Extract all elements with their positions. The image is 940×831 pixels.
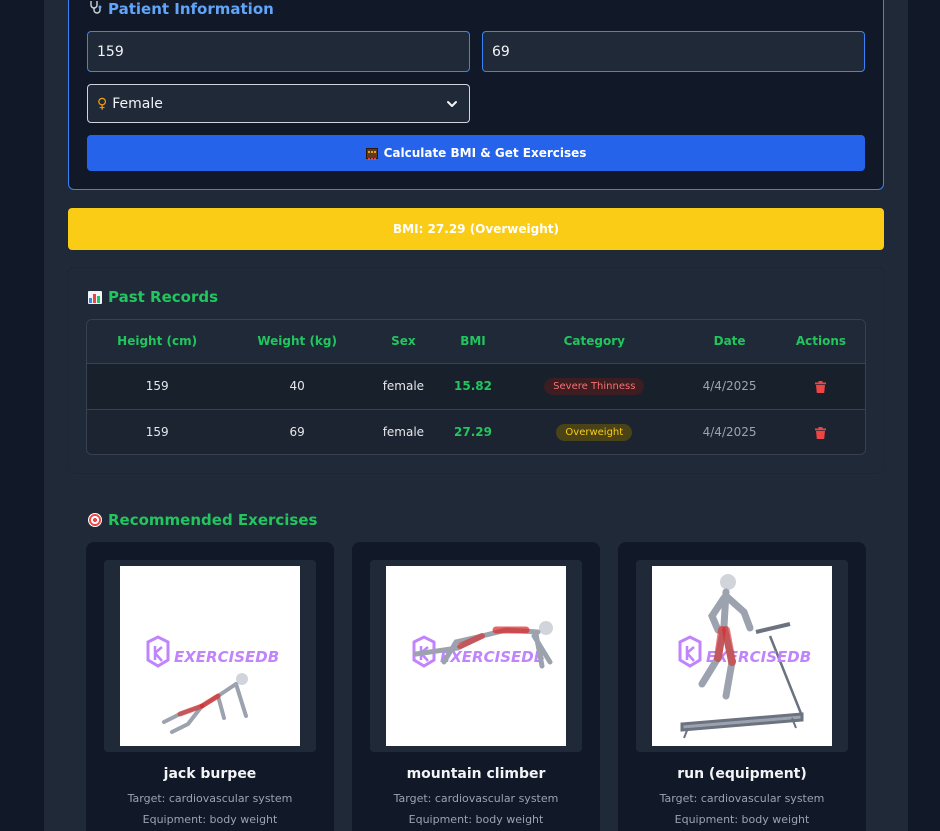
weight-input-value: 69	[492, 43, 510, 60]
past-records-title: Past Records	[108, 288, 219, 306]
exercise-name: mountain climber	[406, 766, 546, 782]
sex-select[interactable]: ♀ Female	[87, 84, 470, 123]
col-height: Height (cm)	[117, 334, 198, 349]
table-row: 159 69 female 27.29 Overweight 4/4/2025	[87, 409, 865, 454]
trash-icon[interactable]	[815, 426, 827, 439]
patient-info-heading: Patient Information	[88, 0, 274, 18]
sex-select-value: Female	[112, 95, 163, 112]
col-date: Date	[713, 334, 746, 349]
cell-height: 159	[145, 379, 169, 393]
exercise-equipment: Equipment: body weight	[142, 813, 278, 826]
female-sign-icon: ♀	[97, 95, 108, 112]
exercise-image-frame: EXERCISEDB	[370, 560, 582, 752]
calculate-bmi-button[interactable]: Calculate BMI & Get Exercises	[87, 135, 865, 171]
cell-bmi: 27.29	[454, 425, 492, 440]
height-input-value: 159	[97, 43, 124, 60]
exercise-image-frame: EXERCISEDB	[104, 560, 316, 752]
target-icon	[88, 513, 102, 527]
exercise-target: Target: cardiovascular system	[127, 792, 293, 805]
col-weight: Weight (kg)	[257, 334, 337, 349]
exercises-title: Recommended Exercises	[108, 511, 318, 529]
bmi-result-text: BMI: 27.29 (Overweight)	[393, 222, 559, 236]
chevron-down-icon	[447, 100, 457, 107]
exercise-target: Target: cardiovascular system	[393, 792, 559, 805]
patient-info-title: Patient Information	[108, 0, 274, 18]
col-actions: Actions	[795, 334, 847, 349]
bmi-result-banner: BMI: 27.29 (Overweight)	[68, 208, 884, 250]
exercise-equipment: Equipment: body weight	[408, 813, 544, 826]
cell-date: 4/4/2025	[702, 425, 757, 440]
cell-sex: female	[382, 425, 425, 440]
trash-icon[interactable]	[815, 380, 827, 393]
past-records-heading: Past Records	[88, 288, 218, 306]
category-badge: Severe Thinness	[544, 377, 645, 395]
table-row: 159 40 female 15.82 Severe Thinness 4/4/…	[87, 363, 865, 409]
exercise-name: run (equipment)	[677, 766, 807, 782]
weight-input[interactable]: 69	[482, 31, 865, 72]
exercise-image-frame: EXERCISEDB	[636, 560, 848, 752]
cell-date: 4/4/2025	[702, 379, 757, 393]
exercise-name: jack burpee	[163, 766, 257, 782]
cell-category: Overweight	[506, 409, 682, 454]
calculate-bmi-label: Calculate BMI & Get Exercises	[383, 146, 587, 160]
cell-weight: 69	[289, 425, 305, 440]
cell-actions	[777, 409, 865, 454]
exercise-card[interactable]: EXERCISEDB mountain climber Target: card…	[352, 542, 600, 831]
col-category: Category	[563, 334, 625, 349]
exercise-image: EXERCISEDB	[386, 566, 566, 746]
exercise-image: EXERCISEDB	[652, 566, 832, 746]
table-header-row: Height (cm) Weight (kg) Sex BMI Category…	[87, 320, 865, 363]
cell-bmi: 15.82	[454, 379, 492, 393]
stethoscope-icon	[88, 0, 102, 18]
exercise-card[interactable]: EXERCISEDB run (equipment) Target: cardi…	[618, 542, 866, 831]
category-badge: Overweight	[556, 423, 633, 441]
cell-height: 159	[145, 425, 169, 440]
records-table: Height (cm) Weight (kg) Sex BMI Category…	[86, 319, 866, 455]
cell-sex: female	[382, 379, 425, 393]
col-sex: Sex	[391, 334, 416, 349]
watermark-text: EXERCISEDB	[174, 648, 279, 666]
bar-chart-icon	[88, 290, 102, 304]
exercise-card[interactable]: EXERCISEDB jack burpee Target: cardiovas…	[86, 542, 334, 831]
cell-weight: 40	[289, 379, 305, 393]
exercise-target: Target: cardiovascular system	[659, 792, 825, 805]
cell-actions	[777, 363, 865, 409]
exercise-equipment: Equipment: body weight	[674, 813, 810, 826]
height-input[interactable]: 159	[87, 31, 470, 72]
exercises-heading: Recommended Exercises	[88, 511, 317, 529]
cell-category: Severe Thinness	[506, 363, 682, 409]
col-bmi: BMI	[460, 334, 486, 349]
abacus-icon	[365, 147, 378, 160]
exercise-image: EXERCISEDB	[120, 566, 300, 746]
